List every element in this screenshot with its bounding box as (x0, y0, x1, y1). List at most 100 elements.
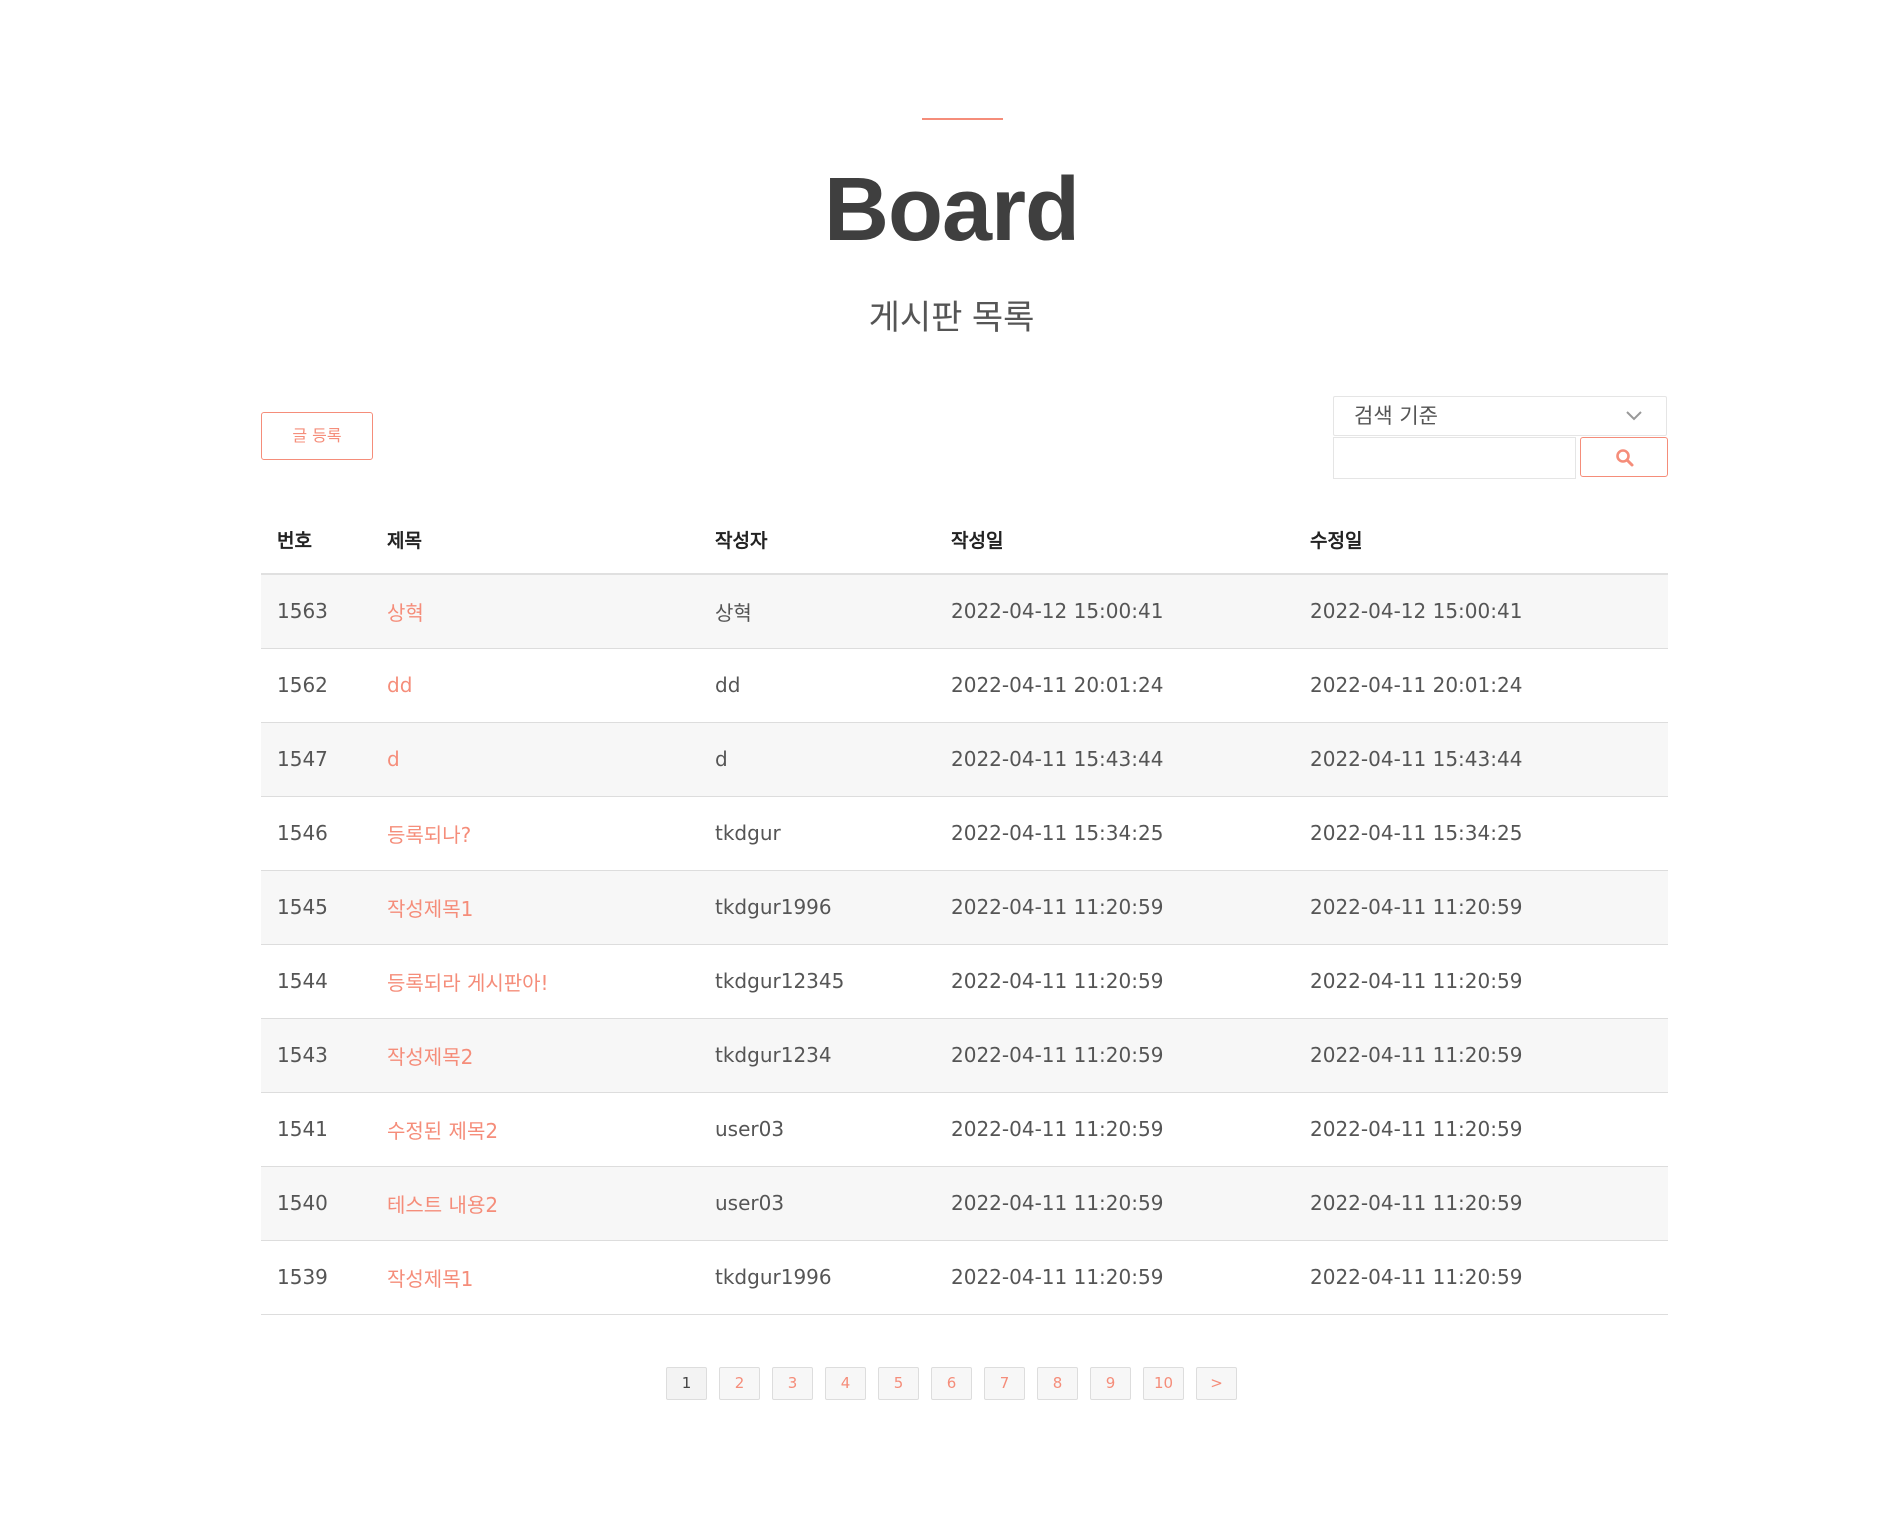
search-criteria-select[interactable]: 검색 기준 (1333, 396, 1667, 436)
post-created-date: 2022-04-11 11:20:59 (951, 870, 1310, 945)
post-title-link[interactable]: d (387, 747, 400, 771)
post-created-date: 2022-04-11 11:20:59 (951, 1018, 1310, 1093)
post-title-cell: 수정된 제목2 (387, 1092, 715, 1167)
post-writer: user03 (715, 1166, 951, 1241)
table-header-row: 번호 제목 작성자 작성일 수정일 (261, 506, 1668, 575)
title-accent-rule (922, 118, 1003, 120)
post-number: 1544 (261, 944, 387, 1019)
post-writer: dd (715, 648, 951, 723)
page-button-8[interactable]: 8 (1037, 1367, 1078, 1400)
post-title-link[interactable]: 테스트 내용2 (387, 1193, 498, 1217)
post-created-date: 2022-04-11 15:43:44 (951, 722, 1310, 797)
post-created-date: 2022-04-11 11:20:59 (951, 1092, 1310, 1167)
page-button-7[interactable]: 7 (984, 1367, 1025, 1400)
post-number: 1539 (261, 1240, 387, 1315)
column-header-number: 번호 (261, 506, 387, 575)
page-title: Board (823, 160, 1080, 260)
board-page: Board 게시판 목록 글 등록 검색 기준 번호 제목 작성자 작성일 수정… (0, 0, 1903, 1516)
search-criteria-label: 검색 기준 (1354, 404, 1438, 428)
page-button-1[interactable]: 1 (666, 1367, 707, 1400)
post-updated-date: 2022-04-11 11:20:59 (1310, 944, 1668, 1019)
board-table: 번호 제목 작성자 작성일 수정일 1563 상혁 상혁 2022-04-12 … (261, 506, 1668, 1315)
post-created-date: 2022-04-11 20:01:24 (951, 648, 1310, 723)
table-row: 1563 상혁 상혁 2022-04-12 15:00:41 2022-04-1… (261, 574, 1668, 649)
post-title-link[interactable]: 등록되라 게시판아! (387, 971, 549, 995)
chevron-down-icon (1626, 411, 1642, 421)
post-updated-date: 2022-04-11 11:20:59 (1310, 1240, 1668, 1315)
page-button-9[interactable]: 9 (1090, 1367, 1131, 1400)
post-writer: 상혁 (715, 574, 951, 649)
post-title-link[interactable]: 수정된 제목2 (387, 1119, 498, 1143)
page-button-10[interactable]: 10 (1143, 1367, 1184, 1400)
post-number: 1563 (261, 574, 387, 649)
page-subtitle: 게시판 목록 (868, 299, 1035, 337)
table-row: 1546 등록되나? tkdgur 2022-04-11 15:34:25 20… (261, 796, 1668, 871)
post-writer: tkdgur1996 (715, 870, 951, 945)
post-number: 1546 (261, 796, 387, 871)
post-created-date: 2022-04-11 11:20:59 (951, 944, 1310, 1019)
post-number: 1541 (261, 1092, 387, 1167)
post-title-link[interactable]: 작성제목1 (387, 897, 473, 921)
post-title-cell: 작성제목1 (387, 1240, 715, 1315)
post-created-date: 2022-04-11 11:20:59 (951, 1166, 1310, 1241)
table-row: 1547 d d 2022-04-11 15:43:44 2022-04-11 … (261, 722, 1668, 797)
column-header-created: 작성일 (951, 506, 1310, 575)
post-title-link[interactable]: 작성제목2 (387, 1045, 473, 1069)
pagination: 1 2 3 4 5 6 7 8 9 10 > (0, 1367, 1903, 1400)
post-writer: tkdgur (715, 796, 951, 871)
column-header-updated: 수정일 (1310, 506, 1668, 575)
post-writer: d (715, 722, 951, 797)
search-button[interactable] (1580, 437, 1668, 477)
post-created-date: 2022-04-11 11:20:59 (951, 1240, 1310, 1315)
post-title-cell: d (387, 722, 715, 797)
post-updated-date: 2022-04-11 11:20:59 (1310, 1018, 1668, 1093)
post-title-cell: 테스트 내용2 (387, 1166, 715, 1241)
page-button-6[interactable]: 6 (931, 1367, 972, 1400)
page-button-5[interactable]: 5 (878, 1367, 919, 1400)
post-title-cell: 작성제목2 (387, 1018, 715, 1093)
search-input[interactable] (1333, 437, 1576, 479)
post-title-cell: 등록되나? (387, 796, 715, 871)
post-title-cell: dd (387, 648, 715, 723)
post-number: 1547 (261, 722, 387, 797)
post-title-cell: 상혁 (387, 574, 715, 649)
table-row: 1562 dd dd 2022-04-11 20:01:24 2022-04-1… (261, 648, 1668, 723)
table-row: 1539 작성제목1 tkdgur1996 2022-04-11 11:20:5… (261, 1240, 1668, 1315)
table-row: 1545 작성제목1 tkdgur1996 2022-04-11 11:20:5… (261, 870, 1668, 945)
page-button-4[interactable]: 4 (825, 1367, 866, 1400)
post-number: 1562 (261, 648, 387, 723)
post-updated-date: 2022-04-11 11:20:59 (1310, 870, 1668, 945)
table-row: 1540 테스트 내용2 user03 2022-04-11 11:20:59 … (261, 1166, 1668, 1241)
post-created-date: 2022-04-12 15:00:41 (951, 574, 1310, 649)
table-row: 1544 등록되라 게시판아! tkdgur12345 2022-04-11 1… (261, 944, 1668, 1019)
page-button-2[interactable]: 2 (719, 1367, 760, 1400)
post-updated-date: 2022-04-11 20:01:24 (1310, 648, 1668, 723)
post-writer: tkdgur1234 (715, 1018, 951, 1093)
post-number: 1545 (261, 870, 387, 945)
post-updated-date: 2022-04-11 11:20:59 (1310, 1166, 1668, 1241)
post-updated-date: 2022-04-11 15:43:44 (1310, 722, 1668, 797)
post-title-cell: 작성제목1 (387, 870, 715, 945)
post-created-date: 2022-04-11 15:34:25 (951, 796, 1310, 871)
post-number: 1543 (261, 1018, 387, 1093)
post-updated-date: 2022-04-11 11:20:59 (1310, 1092, 1668, 1167)
post-number: 1540 (261, 1166, 387, 1241)
post-title-link[interactable]: 작성제목1 (387, 1267, 473, 1291)
post-updated-date: 2022-04-11 15:34:25 (1310, 796, 1668, 871)
post-writer: tkdgur12345 (715, 944, 951, 1019)
column-header-writer: 작성자 (715, 506, 951, 575)
post-title-link[interactable]: 등록되나? (387, 823, 471, 847)
write-post-button[interactable]: 글 등록 (261, 412, 373, 460)
post-writer: tkdgur1996 (715, 1240, 951, 1315)
column-header-title: 제목 (387, 506, 715, 575)
post-title-link[interactable]: 상혁 (387, 601, 424, 625)
post-updated-date: 2022-04-12 15:00:41 (1310, 574, 1668, 649)
post-title-link[interactable]: dd (387, 673, 412, 697)
page-button-3[interactable]: 3 (772, 1367, 813, 1400)
post-title-cell: 등록되라 게시판아! (387, 944, 715, 1019)
next-page-button[interactable]: > (1196, 1367, 1237, 1400)
table-row: 1541 수정된 제목2 user03 2022-04-11 11:20:59 … (261, 1092, 1668, 1167)
search-icon (1616, 449, 1634, 467)
post-writer: user03 (715, 1092, 951, 1167)
table-row: 1543 작성제목2 tkdgur1234 2022-04-11 11:20:5… (261, 1018, 1668, 1093)
